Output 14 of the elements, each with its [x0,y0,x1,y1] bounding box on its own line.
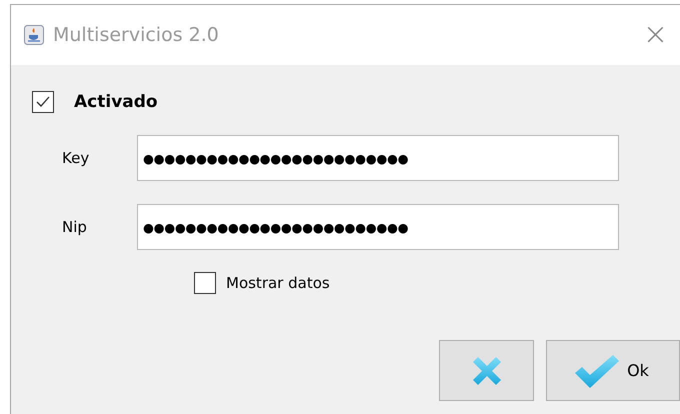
close-button[interactable]: × [640,20,670,50]
checkbox-label: Activado [74,92,158,112]
checkbox-label: Mostrar datos [226,274,330,292]
ok-button[interactable]: Ok [546,340,680,401]
checkmark-icon [573,352,622,388]
field-label: Nip [61,218,88,236]
password-field[interactable]: ●●●●●●●●●●●●●●●●●●●●●●●●● [137,204,619,250]
check-icon [36,96,50,108]
password-field[interactable]: ●●●●●●●●●●●●●●●●●●●●●●●●● [137,135,619,181]
coffee-cup-icon [24,25,44,45]
window-title: Multiservicios 2.0 [53,24,220,46]
field-label: Key [61,149,90,167]
show-data-checkbox[interactable] [194,272,216,294]
activado-checkbox[interactable] [32,91,54,113]
